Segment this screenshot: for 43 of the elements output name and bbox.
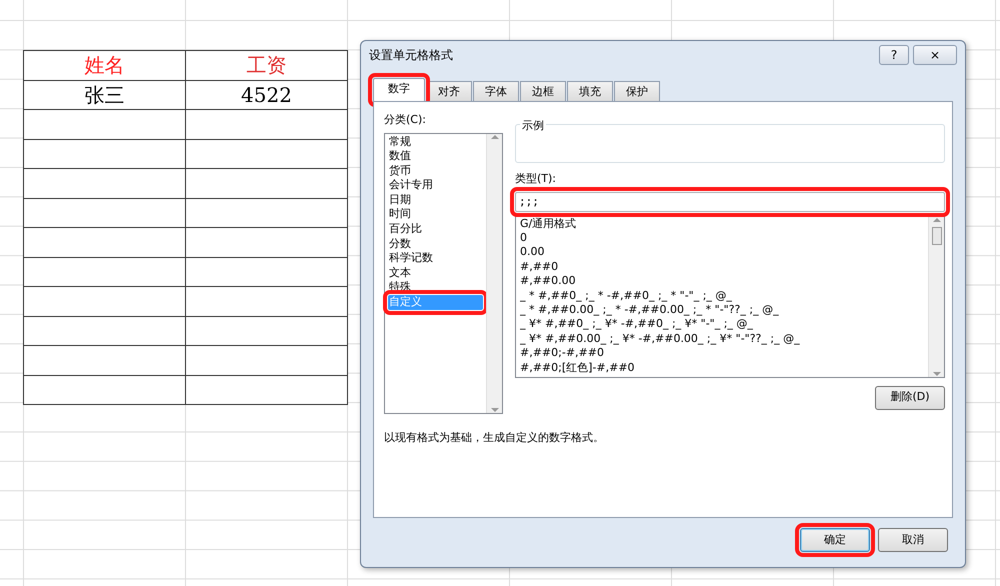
list-item[interactable]: 常规 bbox=[388, 134, 483, 150]
list-item[interactable]: 会计专用 bbox=[388, 178, 483, 193]
description-text: 以现有格式为基础，生成自定义的数字格式。 bbox=[384, 430, 605, 446]
dialog-button[interactable]: 取消 bbox=[878, 528, 948, 552]
tab[interactable]: 字体 bbox=[473, 81, 519, 101]
list-item[interactable]: #,##0 bbox=[520, 260, 924, 274]
window-title: 设置单元格格式 bbox=[369, 47, 454, 64]
list-item[interactable]: 时间 bbox=[388, 207, 483, 222]
header-cell: 姓名 bbox=[24, 50, 186, 80]
list-item[interactable]: 货币 bbox=[388, 164, 483, 178]
list-item[interactable]: _ * #,##0.00_ ;_ * -#,##0.00_ ;_ * "-"??_ ;_ @_ bbox=[520, 302, 924, 318]
list-item[interactable]: _ ¥* #,##0_ ;_ ¥* -#,##0_ ;_ ¥* "-"_ ;_ @_ bbox=[520, 317, 924, 332]
list-item[interactable]: #,##0;-#,##0 bbox=[520, 346, 924, 361]
scroll-down-icon[interactable] bbox=[932, 370, 940, 376]
scroll-down-icon[interactable] bbox=[490, 406, 498, 412]
list-item[interactable]: #,##0;[红色]-#,##0 bbox=[520, 360, 924, 375]
list-item[interactable]: 科学记数 bbox=[388, 251, 483, 266]
delete-button[interactable]: 删除(D) bbox=[875, 386, 945, 410]
tab[interactable]: 边框 bbox=[520, 81, 566, 101]
field-label: 类型(T): bbox=[515, 171, 558, 187]
field-label: 分类(C): bbox=[384, 112, 427, 128]
close-button[interactable]: × bbox=[913, 45, 957, 65]
list-item[interactable]: 0.00 bbox=[520, 245, 924, 260]
table-cell: 张三 bbox=[24, 80, 186, 110]
format-list[interactable] bbox=[515, 216, 945, 378]
tab[interactable]: 填充 bbox=[567, 81, 613, 101]
list-item[interactable]: 文本 bbox=[388, 266, 483, 280]
table-cell: 4522 bbox=[186, 80, 348, 110]
scroll-thumb[interactable] bbox=[932, 226, 942, 244]
list-item[interactable]: _ ¥* #,##0.00_ ;_ ¥* -#,##0.00_ ;_ ¥* "-"??_ ;_ @_ bbox=[520, 332, 924, 346]
scroll-up-icon[interactable] bbox=[932, 216, 940, 222]
list-item[interactable]: G/通用格式 bbox=[520, 216, 924, 231]
tab[interactable]: 保护 bbox=[614, 81, 660, 101]
header-cell: 工资 bbox=[186, 50, 348, 80]
list-item[interactable]: _ * #,##0_ ;_ * -#,##0_ ;_ * "-"_ ;_ @_ bbox=[520, 288, 924, 303]
list-item[interactable]: 分数 bbox=[388, 236, 483, 252]
list-item[interactable]: 数值 bbox=[388, 149, 483, 164]
list-item[interactable]: 0 bbox=[520, 230, 924, 246]
help-button[interactable]: ? bbox=[879, 45, 909, 65]
list-item[interactable]: 日期 bbox=[388, 192, 483, 208]
list-item[interactable]: 百分比 bbox=[388, 222, 483, 237]
scroll-up-icon[interactable] bbox=[490, 134, 498, 140]
list-item[interactable]: #,##0.00 bbox=[520, 274, 924, 289]
